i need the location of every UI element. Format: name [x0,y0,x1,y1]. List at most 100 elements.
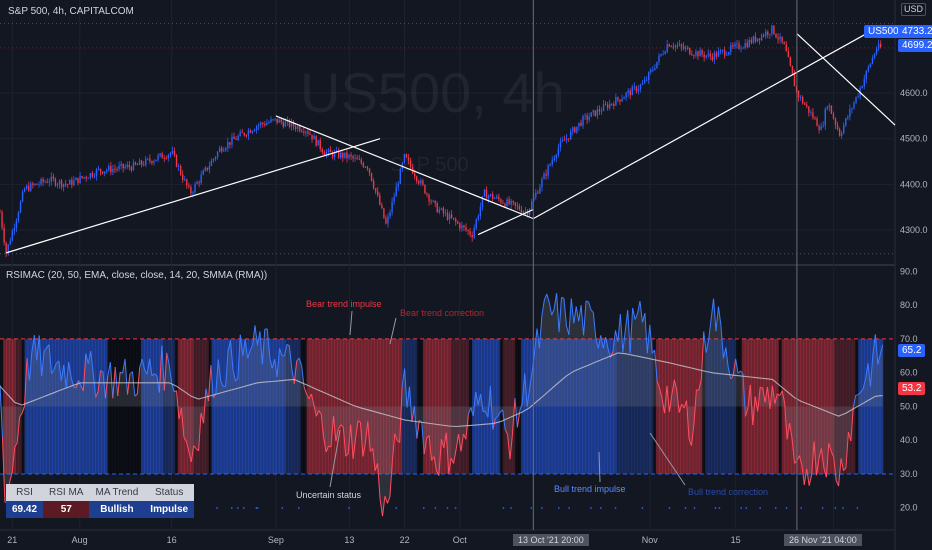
close-price-tag: 4699.2 [898,39,932,52]
candle-body [797,90,800,98]
table-header-rsi-ma: RSI MA [43,484,90,501]
candle-body [863,78,865,87]
symbol-legend[interactable]: S&P 500, 4h, CAPITALCOM [8,6,134,17]
candle-body [875,48,878,54]
candle-body [155,159,157,162]
signal-dot [540,507,543,509]
candle-body [301,130,303,132]
signal-dot [236,507,239,509]
candle-body [108,166,110,171]
candle-body [329,149,332,153]
candle-body [229,141,231,145]
x-tick-label: 15 [731,535,741,545]
x-tick-label: 22 [400,535,410,545]
x-tick-label: Nov [642,535,659,545]
table-header-ma-trend: MA Trend [89,484,145,501]
candle-body [777,37,779,40]
candle-body [461,225,463,229]
candle-body [5,242,7,254]
candle-body [592,110,594,113]
candle-body [64,183,67,185]
candle-body [202,170,204,175]
candle-body [695,51,697,56]
candle-body [732,45,734,47]
candle-body [165,158,167,160]
annotation-bear-correction: Bear trend correction [400,308,485,318]
candle-body [717,51,720,57]
candle-body [34,183,36,185]
candle-body [103,171,106,174]
candle-body [426,193,428,195]
candle-body [452,217,455,219]
candle-body [52,176,55,179]
candle-body [303,131,305,133]
candle-body [643,80,646,84]
candle-body [383,208,385,219]
candle-body [877,43,880,49]
candle-body [122,163,124,169]
candle-body [561,140,564,142]
candle-body [391,201,393,213]
candle-body [73,180,75,186]
candle-body [28,185,30,191]
candle-body [750,39,753,43]
signal-dot [774,507,777,509]
candle-body [99,168,102,172]
candle-body [251,131,254,133]
candle-body [853,102,855,109]
signal-dot [568,507,571,509]
currency-label[interactable]: USD [900,3,926,16]
candle-body [806,104,808,107]
candle-body [182,174,184,180]
candle-body [808,106,810,113]
candle-body [358,159,360,161]
candle-body [684,47,687,49]
candle-body [54,178,57,186]
candle-body [432,200,434,202]
candle-body [395,186,397,197]
candle-body [600,111,603,112]
candle-body [621,98,623,102]
candle-body [260,122,262,126]
candle-body [140,160,143,165]
rsi-value-tag: 65.2 [898,344,926,357]
x-tick-label: 13 [344,535,354,545]
candle-body [455,218,457,222]
candle-body [793,73,796,87]
candle-body [723,50,726,56]
price-tick-label: 4600.0 [900,88,928,98]
candle-body [867,66,870,71]
candle-body [348,154,350,159]
price-tick-label: 4400.0 [900,179,928,189]
candle-body [237,135,239,140]
candle-body [212,158,215,161]
signal-dot [348,507,350,509]
candle-body [834,118,837,125]
candle-body [296,126,299,130]
candle-body [812,112,814,119]
candle-body [223,150,225,152]
rsi-ma-value-tag: 53.2 [898,382,926,395]
candle-body [500,199,502,203]
candle-body [48,181,50,183]
indicator-legend[interactable]: RSIMAC (20, 50, EMA, close, close, 14, 2… [6,270,267,281]
signal-dot [557,507,560,509]
candle-body [693,55,695,57]
candle-body [551,160,553,165]
candle-body [713,52,716,61]
candle-body [520,209,523,213]
rsi-tick-label: 20.0 [900,503,918,513]
candle-body [130,167,133,171]
candle-body [611,103,613,105]
candle-body [664,51,666,55]
candle-body [703,54,705,58]
candle-body [801,96,804,104]
candle-body [485,189,488,199]
candle-body [153,161,155,164]
candle-body [175,155,178,167]
candle-body [192,192,194,194]
candle-body [707,53,709,56]
candle-body [317,139,319,146]
annotation-uncertain: Uncertain status [296,490,362,500]
table-value-ma-trend: Bullish [89,501,145,518]
